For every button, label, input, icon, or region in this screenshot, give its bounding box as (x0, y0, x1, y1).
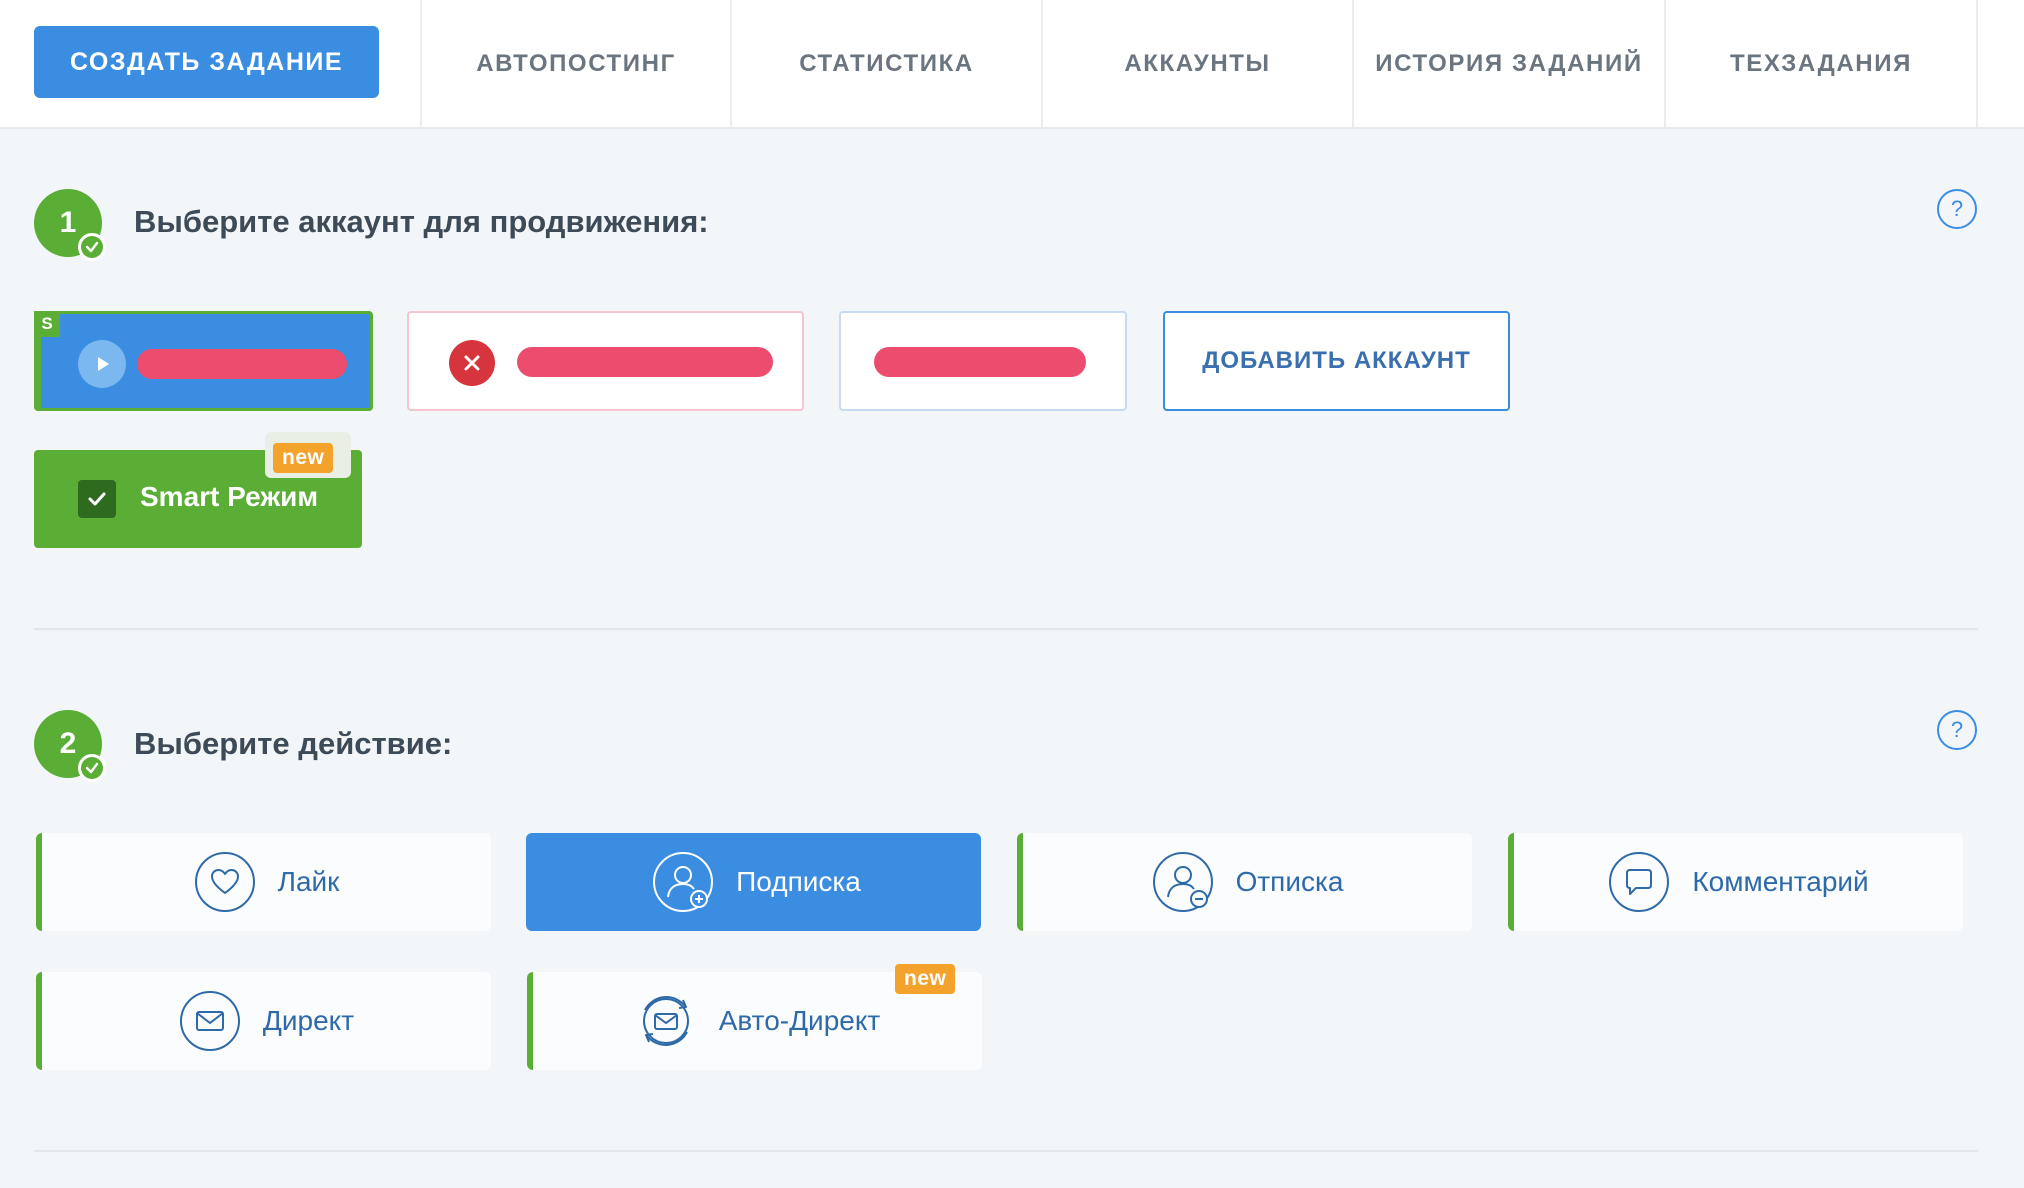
tab-task-history[interactable]: ИСТОРИЯ ЗАДАНИЙ (1354, 0, 1666, 127)
action-label: Лайк (277, 866, 340, 897)
tab-statistics[interactable]: СТАТИСТИКА (732, 0, 1043, 127)
action-subscribe-button[interactable]: Подписка (526, 833, 981, 931)
tab-tech-tasks[interactable]: ТЕХЗАДАНИЯ (1666, 0, 1978, 127)
tab-accounts[interactable]: АККАУНТЫ (1043, 0, 1354, 127)
step-1-number: 1 (59, 206, 77, 239)
action-label: Директ (262, 1005, 355, 1036)
action-unsubscribe-button[interactable]: Отписка (1017, 833, 1472, 931)
account-name-redacted (137, 349, 347, 379)
help-icon[interactable]: ? (1937, 710, 1977, 750)
account-card-active[interactable]: S (34, 311, 373, 411)
smart-mode-label: Smart Режим (140, 481, 319, 512)
play-icon (78, 340, 126, 388)
create-task-button[interactable]: СОЗДАТЬ ЗАДАНИЕ (34, 26, 379, 98)
new-badge: new (273, 443, 334, 473)
step-1-title: Выберите аккаунт для продвижения: (134, 204, 709, 239)
tab-autoposting[interactable]: АВТОПОСТИНГ (420, 0, 732, 127)
action-label: Авто-Директ (718, 1005, 881, 1036)
action-label: Отписка (1235, 866, 1344, 897)
account-card[interactable] (839, 311, 1127, 411)
account-s-badge: S (34, 311, 60, 337)
action-like-button[interactable]: Лайк (36, 833, 491, 931)
envelope-icon (179, 991, 240, 1051)
action-direct-button[interactable]: Директ (36, 972, 491, 1070)
step-1-badge: 1 (34, 189, 106, 261)
account-name-redacted (517, 347, 773, 377)
help-icon[interactable]: ? (1937, 189, 1977, 229)
step-2-number: 2 (59, 727, 77, 760)
step-2-badge: 2 (34, 710, 106, 782)
section-divider (34, 628, 1978, 630)
action-label: Комментарий (1692, 866, 1869, 897)
auto-envelope-icon (642, 996, 689, 1046)
error-x-icon (449, 340, 495, 386)
action-comment-button[interactable]: Комментарий (1508, 833, 1963, 931)
heart-icon (194, 852, 255, 912)
top-navigation: СОЗДАТЬ ЗАДАНИЕ АВТОПОСТИНГ СТАТИСТИКА А… (0, 0, 2024, 129)
account-card-error[interactable] (407, 311, 804, 411)
user-minus-icon (1152, 852, 1213, 912)
user-plus-icon (653, 852, 714, 912)
action-label: Подписка (736, 866, 861, 897)
step-2-title: Выберите действие: (134, 726, 453, 761)
comment-icon (1609, 852, 1670, 912)
add-account-button[interactable]: ДОБАВИТЬ АККАУНТ (1163, 311, 1510, 411)
new-badge: new (895, 964, 956, 994)
checkbox-checked-icon[interactable] (78, 480, 116, 518)
step-complete-check-icon (78, 754, 106, 782)
step-complete-check-icon (78, 233, 106, 261)
account-name-redacted (874, 347, 1086, 377)
section-divider (34, 1150, 1978, 1152)
